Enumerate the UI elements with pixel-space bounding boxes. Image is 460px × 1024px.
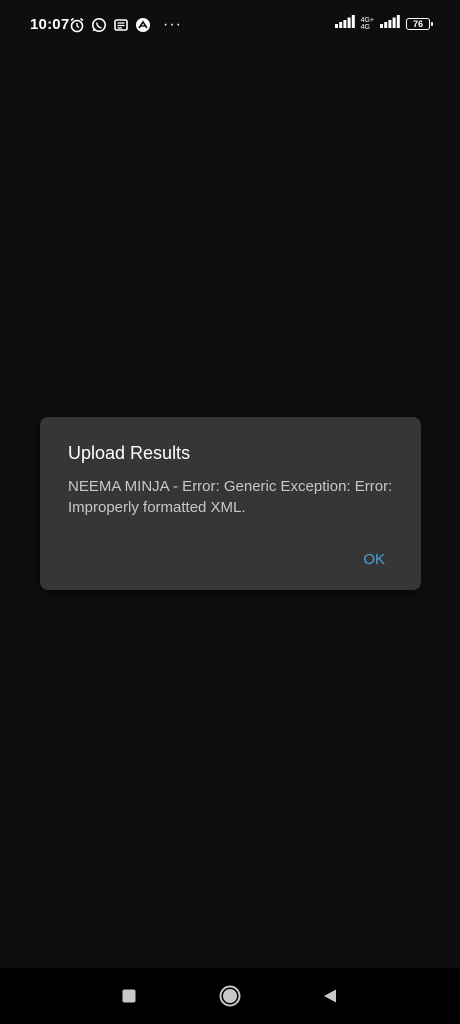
whatsapp-icon — [91, 17, 107, 33]
system-icons: 4G+ 4G 76 — [334, 15, 433, 33]
status-bar: 10:07 ··· 4G+ 4G 76 — [0, 0, 460, 50]
home-icon[interactable] — [218, 984, 242, 1008]
more-notifications-icon: ··· — [163, 16, 182, 33]
ok-button[interactable]: OK — [351, 547, 397, 572]
signal-icon-secondary — [380, 15, 400, 33]
news-icon — [113, 17, 129, 33]
dialog-title: Upload Results — [68, 443, 191, 463]
back-icon[interactable] — [318, 984, 342, 1008]
battery-icon: 76 — [406, 18, 433, 30]
network-type-label: 4G+ 4G — [360, 17, 374, 31]
status-time: 10:07 — [30, 16, 70, 33]
app-icon — [135, 17, 151, 33]
alarm-icon — [69, 17, 85, 33]
screen: 10:07 ··· 4G+ 4G 76 Upload Results NEEMA… — [0, 0, 460, 1024]
signal-icon — [334, 15, 355, 33]
notification-icons: ··· — [69, 16, 182, 34]
upload-results-dialog: Upload Results NEEMA MINJA - Error: Gene… — [40, 417, 421, 590]
navigation-bar — [0, 968, 460, 1024]
recent-apps-icon[interactable] — [117, 984, 141, 1008]
dialog-message: NEEMA MINJA - Error: Generic Exception: … — [68, 478, 393, 516]
